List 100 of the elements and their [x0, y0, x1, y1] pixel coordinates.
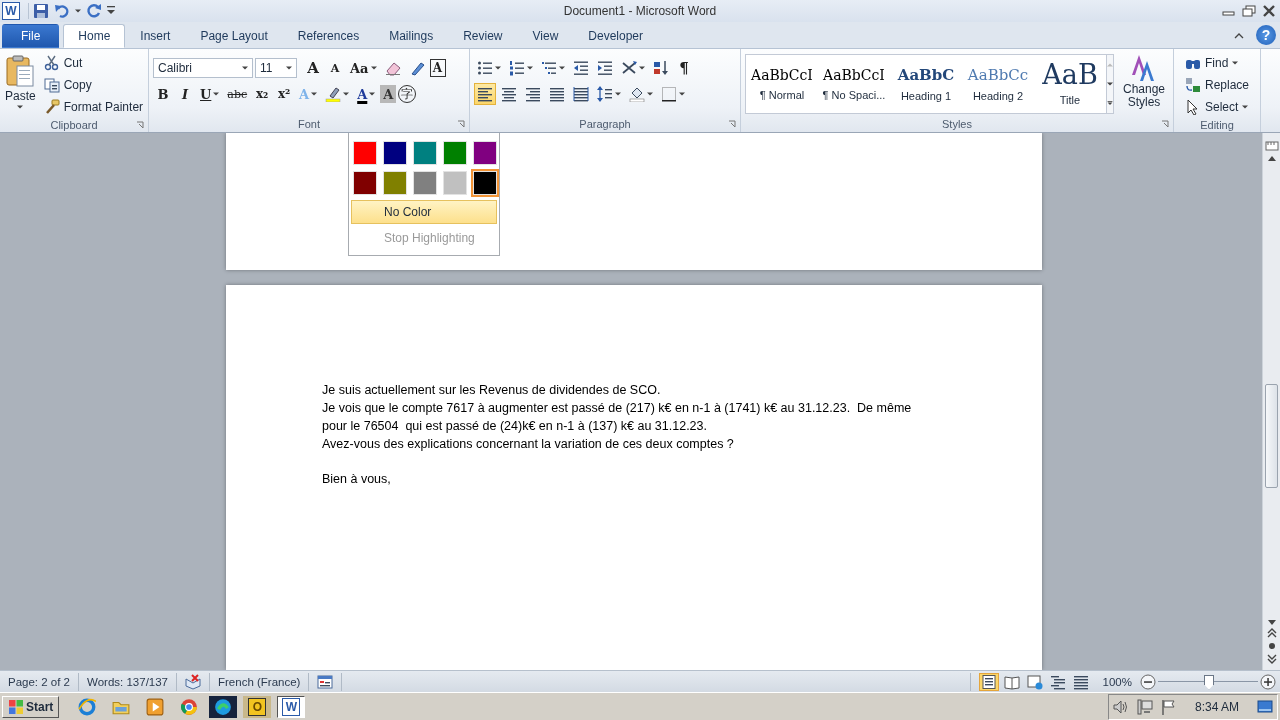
- underline-button[interactable]: U: [197, 83, 223, 105]
- paste-button[interactable]: Paste: [4, 52, 37, 110]
- font-name-field[interactable]: Calibri: [153, 58, 253, 78]
- bold-button[interactable]: B: [153, 83, 173, 105]
- close-icon[interactable]: [1262, 5, 1276, 17]
- dialog-launcher-icon[interactable]: [728, 120, 736, 128]
- scroll-up-icon[interactable]: [1267, 156, 1276, 161]
- zoom-level[interactable]: 100%: [1102, 675, 1132, 688]
- grow-font-button[interactable]: A: [303, 57, 323, 79]
- style-item[interactable]: AaBbCc Heading 2: [962, 55, 1034, 113]
- word-logo[interactable]: W: [2, 2, 20, 20]
- character-shading-button[interactable]: A: [380, 85, 397, 103]
- replace-button[interactable]: Replace: [1182, 74, 1253, 95]
- zoom-slider-thumb[interactable]: [1204, 674, 1214, 690]
- taskbar-app-button[interactable]: W: [277, 695, 306, 718]
- customize-toolbar-icon[interactable]: [107, 6, 115, 16]
- collapse-ribbon-icon[interactable]: [1234, 33, 1244, 39]
- gallery-scroll[interactable]: [1107, 54, 1114, 114]
- paragraph: Bien à vous,: [322, 471, 392, 488]
- taskbar-app-button[interactable]: O: [243, 695, 272, 718]
- color-swatch[interactable]: [413, 141, 437, 165]
- style-item[interactable]: AaBbCcI ¶ Normal: [746, 55, 818, 113]
- globe-icon: [78, 697, 97, 716]
- align-left-button[interactable]: [474, 83, 496, 105]
- subscript-button[interactable]: x₂: [252, 83, 273, 105]
- zoom-in-icon[interactable]: [1260, 673, 1276, 690]
- proofing-book-icon[interactable]: [185, 673, 201, 690]
- color-swatch[interactable]: [413, 171, 437, 195]
- format-painter-button[interactable]: Format Painter: [40, 96, 147, 117]
- font-color-button[interactable]: A: [354, 83, 379, 105]
- ribbon-tab[interactable]: Review: [448, 24, 518, 48]
- dialog-launcher-icon[interactable]: [457, 120, 465, 128]
- page-count[interactable]: Page: 2 of 2: [0, 672, 80, 691]
- ribbon-tab[interactable]: References: [282, 24, 375, 48]
- color-swatch[interactable]: [443, 171, 467, 195]
- print-layout-button[interactable]: [978, 672, 999, 691]
- ribbon-tab[interactable]: Home: [63, 24, 126, 48]
- dialog-launcher-icon[interactable]: [136, 121, 144, 129]
- next-page-icon[interactable]: [1266, 654, 1277, 664]
- caret-icon: [559, 66, 565, 70]
- menu-item[interactable]: No Color: [351, 200, 497, 224]
- change-case-button[interactable]: Aa: [347, 57, 380, 79]
- show-desktop-icon[interactable]: [1257, 698, 1273, 715]
- color-swatch[interactable]: [473, 171, 497, 195]
- cut-button[interactable]: Cut: [40, 52, 147, 73]
- zoom-out-icon[interactable]: [1140, 673, 1156, 690]
- replace-icon: [1185, 76, 1201, 93]
- italic-button[interactable]: I: [175, 83, 195, 105]
- save-icon[interactable]: [33, 3, 49, 19]
- web-page-button[interactable]: [1024, 672, 1045, 691]
- undo-icon[interactable]: [54, 3, 70, 19]
- font-size-field[interactable]: 11: [255, 58, 297, 78]
- zoom-slider[interactable]: [1158, 673, 1258, 690]
- color-swatch[interactable]: [353, 141, 377, 165]
- color-swatch[interactable]: [383, 171, 407, 195]
- find-button[interactable]: Find: [1182, 52, 1253, 73]
- ribbon-tab[interactable]: Mailings: [374, 24, 449, 48]
- scroll-down-icon[interactable]: [1267, 620, 1276, 625]
- start-button[interactable]: Start: [2, 695, 60, 718]
- restore-icon[interactable]: [1242, 5, 1256, 17]
- ribbon-tab[interactable]: Insert: [125, 24, 186, 48]
- style-name: ¶ No Spaci...: [822, 89, 886, 101]
- color-swatch[interactable]: [383, 141, 407, 165]
- style-item[interactable]: AaBbCcI ¶ No Spaci...: [818, 55, 890, 113]
- ribbon-tab[interactable]: File: [2, 24, 60, 48]
- style-item[interactable]: AaBbC Heading 1: [890, 55, 962, 113]
- copy-button[interactable]: Copy: [40, 74, 147, 95]
- change-styles-button[interactable]: Change Styles: [1118, 52, 1170, 110]
- flag-icon[interactable]: [1160, 698, 1177, 715]
- character-border-button[interactable]: A: [429, 59, 446, 77]
- browse-object-icon[interactable]: [1266, 641, 1277, 651]
- show-formatting-button[interactable]: ¶: [674, 57, 694, 79]
- network-computer-icon[interactable]: [1136, 698, 1153, 715]
- style-sample: AaB: [1042, 62, 1098, 88]
- superscript-button[interactable]: x²: [274, 83, 295, 105]
- color-swatch[interactable]: [473, 141, 497, 165]
- shrink-font-button[interactable]: A: [325, 57, 345, 79]
- ribbon-tab[interactable]: Page Layout: [185, 24, 283, 48]
- caret-icon[interactable]: [75, 9, 81, 13]
- more-icon[interactable]: [1107, 101, 1113, 106]
- help-button[interactable]: ?: [1256, 25, 1276, 45]
- speaker-icon[interactable]: [1112, 698, 1129, 715]
- color-swatch[interactable]: [443, 141, 467, 165]
- redo-icon[interactable]: [86, 3, 102, 19]
- ribbon-tab[interactable]: View: [517, 24, 574, 48]
- ribbon-tab[interactable]: Developer: [573, 24, 658, 48]
- ruler-toggle-icon[interactable]: [1264, 139, 1279, 153]
- word-count[interactable]: Words: 137/137: [79, 672, 177, 691]
- strikethrough-button[interactable]: abc: [224, 83, 251, 105]
- style-item[interactable]: AaB Title: [1034, 55, 1106, 113]
- dialog-launcher-icon[interactable]: [1161, 120, 1169, 128]
- scroll-down-icon[interactable]: [1107, 82, 1113, 86]
- macro-sheet-icon[interactable]: [317, 673, 334, 690]
- color-swatch[interactable]: [353, 171, 377, 195]
- vertical-scrollbar[interactable]: [1262, 133, 1280, 670]
- scroll-thumb[interactable]: [1265, 384, 1278, 488]
- taskbar-app-button[interactable]: [209, 695, 238, 718]
- previous-page-icon[interactable]: [1266, 628, 1277, 638]
- language-indicator[interactable]: French (France): [210, 672, 310, 691]
- select-button[interactable]: Select: [1182, 96, 1253, 117]
